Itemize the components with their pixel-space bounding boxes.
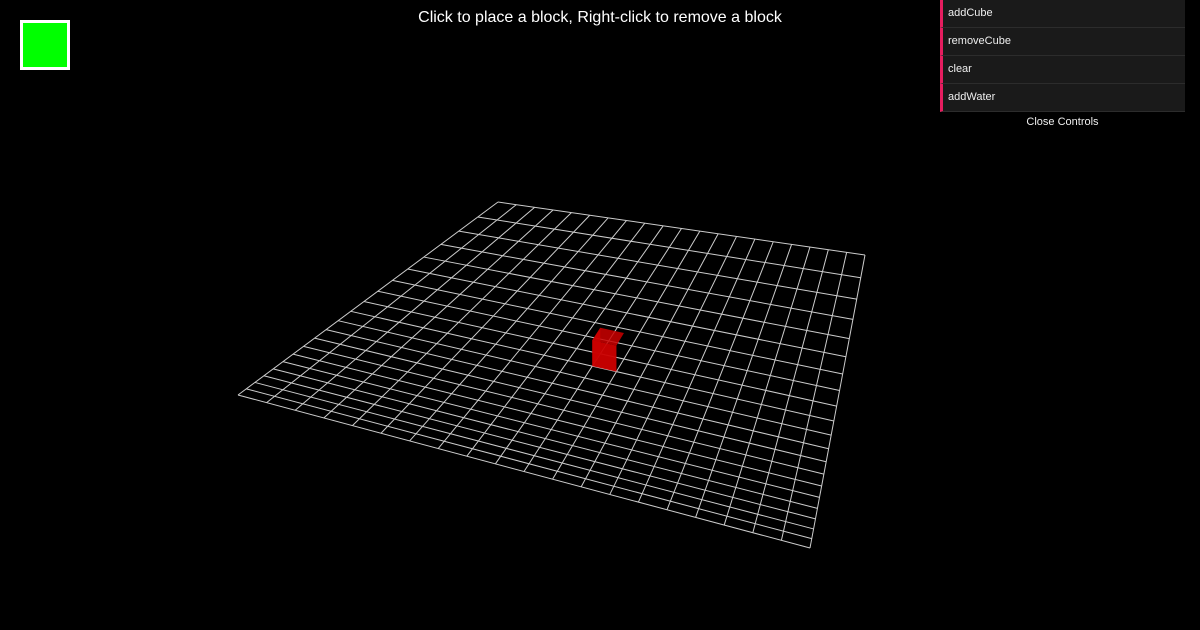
grid-line xyxy=(323,209,554,419)
remove-cube-button[interactable]: removeCube xyxy=(940,28,1185,56)
selected-color-swatch xyxy=(20,20,70,70)
grid-line xyxy=(294,206,536,411)
grid-line xyxy=(254,381,814,530)
grid-line xyxy=(723,246,811,526)
controls-panel: addCube removeCube clear addWater Close … xyxy=(940,0,1185,132)
game-viewport: Click to place a block, Right-click to r… xyxy=(0,0,1200,630)
add-water-button[interactable]: addWater xyxy=(940,84,1185,112)
clear-button[interactable]: clear xyxy=(940,56,1185,84)
add-cube-button[interactable]: addCube xyxy=(940,0,1185,28)
grid-line xyxy=(695,244,793,518)
ground-grid[interactable] xyxy=(237,201,866,549)
grid-line xyxy=(409,217,609,442)
grid-line xyxy=(237,394,811,549)
placed-blocks[interactable] xyxy=(592,327,624,372)
grid-line xyxy=(637,238,756,503)
grid-line xyxy=(380,214,591,434)
close-controls-button[interactable]: Close Controls xyxy=(940,112,1185,132)
placed-block[interactable] xyxy=(592,327,624,372)
